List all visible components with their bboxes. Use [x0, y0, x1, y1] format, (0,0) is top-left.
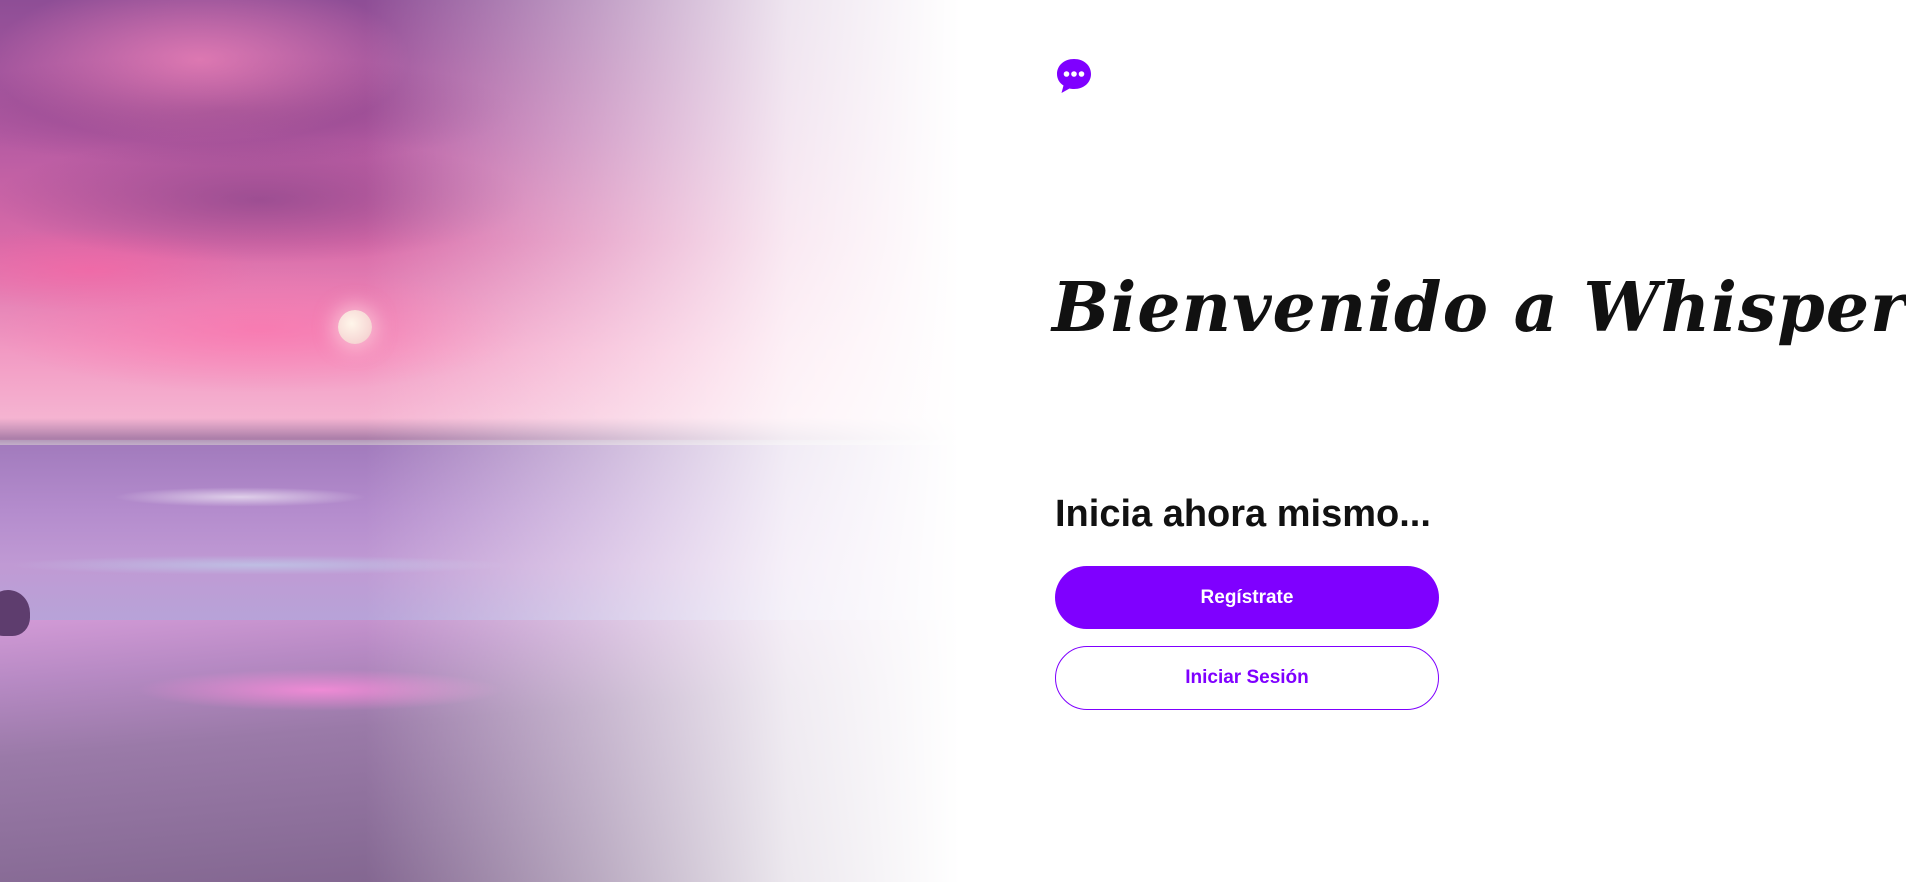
- chat-bubble-logo-icon: [1055, 57, 1093, 95]
- welcome-title: Bienvenido a Whisper: [1052, 268, 1906, 348]
- login-button[interactable]: Iniciar Sesión: [1055, 646, 1439, 710]
- welcome-subtitle: Inicia ahora mismo...: [1055, 493, 1431, 535]
- landing-page: Bienvenido a Whisper Inicia ahora mismo.…: [0, 0, 1906, 882]
- hero-image: [0, 0, 960, 882]
- hero-fade-overlay: [0, 0, 960, 882]
- register-button[interactable]: Regístrate: [1055, 566, 1439, 629]
